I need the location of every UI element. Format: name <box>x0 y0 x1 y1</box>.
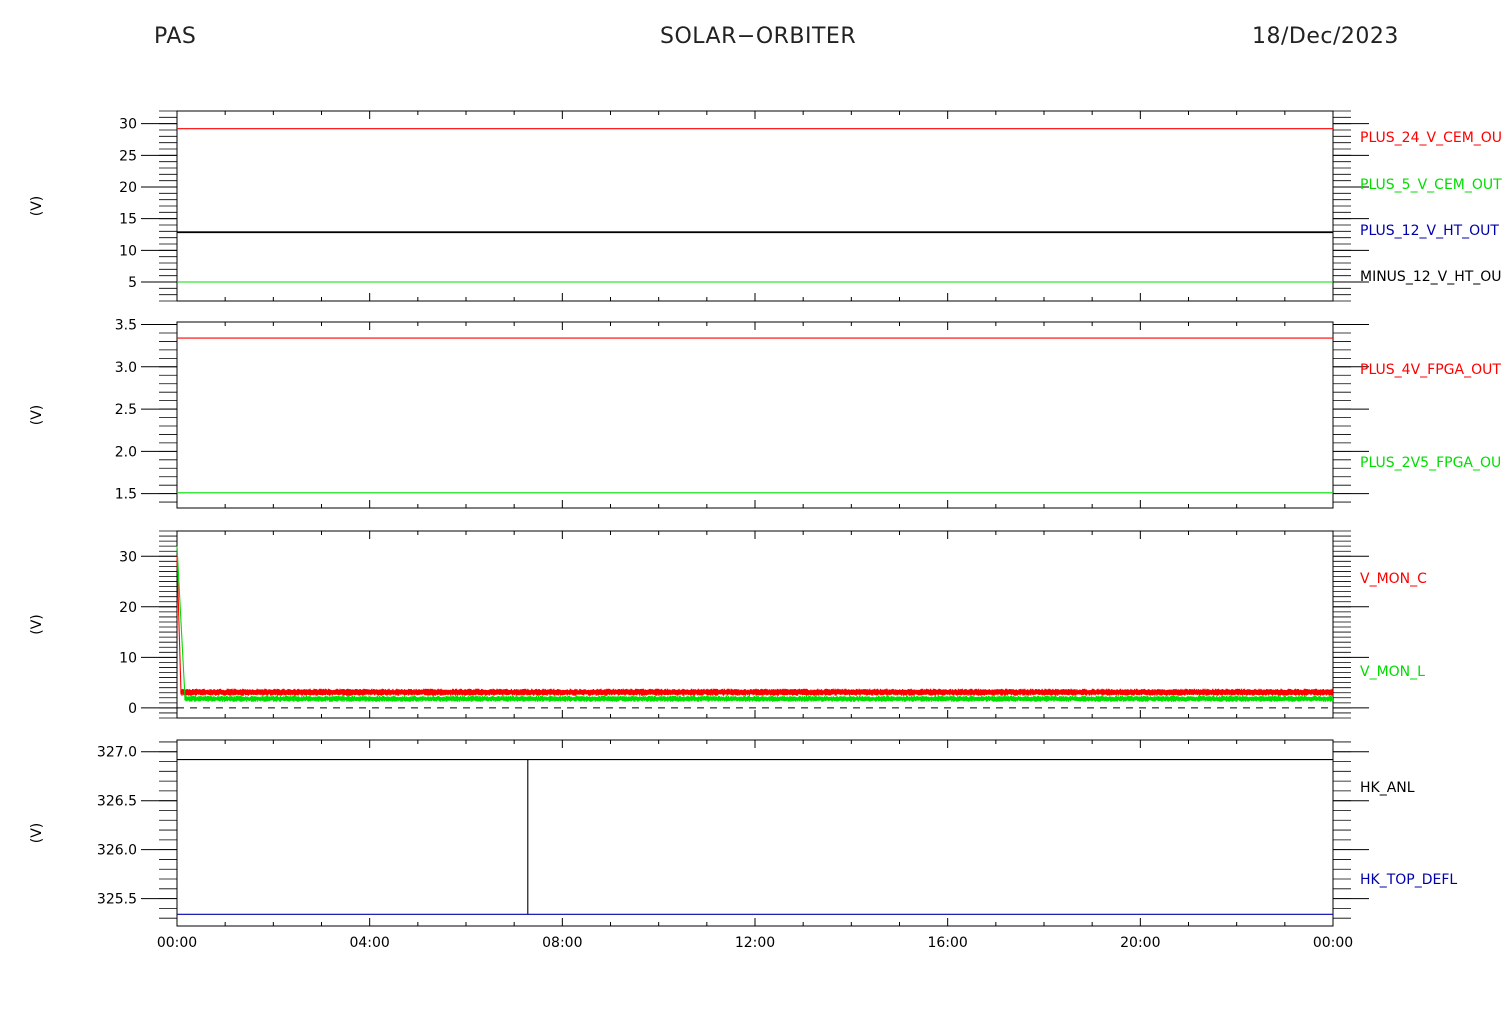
y-tick-label: 25 <box>119 148 137 164</box>
y-tick-label: 15 <box>119 212 137 228</box>
y-tick-label: 30 <box>119 549 137 565</box>
x-tick-label: 16:00 <box>927 935 967 951</box>
series-label: MINUS_12_V_HT_OU <box>1360 269 1502 285</box>
panel-frame <box>176 110 1334 302</box>
panel-frame <box>176 321 1334 509</box>
y-tick-label: 30 <box>119 117 137 133</box>
x-tick-label: 00:00 <box>1313 935 1353 951</box>
x-tick-label: 00:00 <box>157 935 197 951</box>
y-tick-label: 325.5 <box>97 892 137 908</box>
y-axis-label: (V) <box>29 405 45 426</box>
series-label: PLUS_5_V_CEM_OUT <box>1360 177 1502 193</box>
y-tick-label: 2.5 <box>115 402 137 418</box>
series-label: PLUS_24_V_CEM_OU <box>1360 130 1502 146</box>
series-label: V_MON_C <box>1360 571 1427 587</box>
panel-frame <box>176 739 1334 927</box>
series-label: HK_TOP_DEFL <box>1360 872 1457 888</box>
y-tick-label: 3.5 <box>115 318 137 334</box>
series-label: PLUS_4V_FPGA_OUT <box>1360 362 1501 378</box>
x-tick-label: 04:00 <box>349 935 389 951</box>
y-axis-label: (V) <box>29 614 45 635</box>
x-tick-label: 12:00 <box>735 935 775 951</box>
series-label: V_MON_L <box>1360 664 1425 680</box>
y-tick-label: 0 <box>128 701 137 717</box>
y-tick-label: 1.5 <box>115 487 137 503</box>
y-tick-label: 3.0 <box>115 360 137 376</box>
series-label: PLUS_2V5_FPGA_OU <box>1360 455 1501 471</box>
y-tick-label: 10 <box>119 243 137 259</box>
series-noise-V_MON_C <box>180 688 1333 696</box>
y-tick-label: 326.5 <box>97 794 137 810</box>
y-axis-label: (V) <box>29 196 45 217</box>
x-tick-label: 20:00 <box>1120 935 1160 951</box>
series-label: HK_ANL <box>1360 780 1415 796</box>
y-tick-label: 20 <box>119 180 137 196</box>
series-noise-V_MON_L <box>184 695 1334 702</box>
y-tick-label: 5 <box>128 275 137 291</box>
y-axis-label: (V) <box>29 823 45 844</box>
y-tick-label: 10 <box>119 650 137 666</box>
x-tick-label: 08:00 <box>542 935 582 951</box>
y-tick-label: 20 <box>119 600 137 616</box>
y-tick-label: 2.0 <box>115 444 137 460</box>
housekeeping-chart: 5 10 15 20 25 30 (V) PLUS_24_V_CEM_OU PLUS_5_V_C… <box>29 110 1502 951</box>
y-tick-label: 326.0 <box>97 843 137 859</box>
series-label: PLUS_12_V_HT_OUT <box>1360 223 1499 239</box>
series-line-HK_ANL <box>177 759 1333 915</box>
y-tick-label: 327.0 <box>97 745 137 761</box>
